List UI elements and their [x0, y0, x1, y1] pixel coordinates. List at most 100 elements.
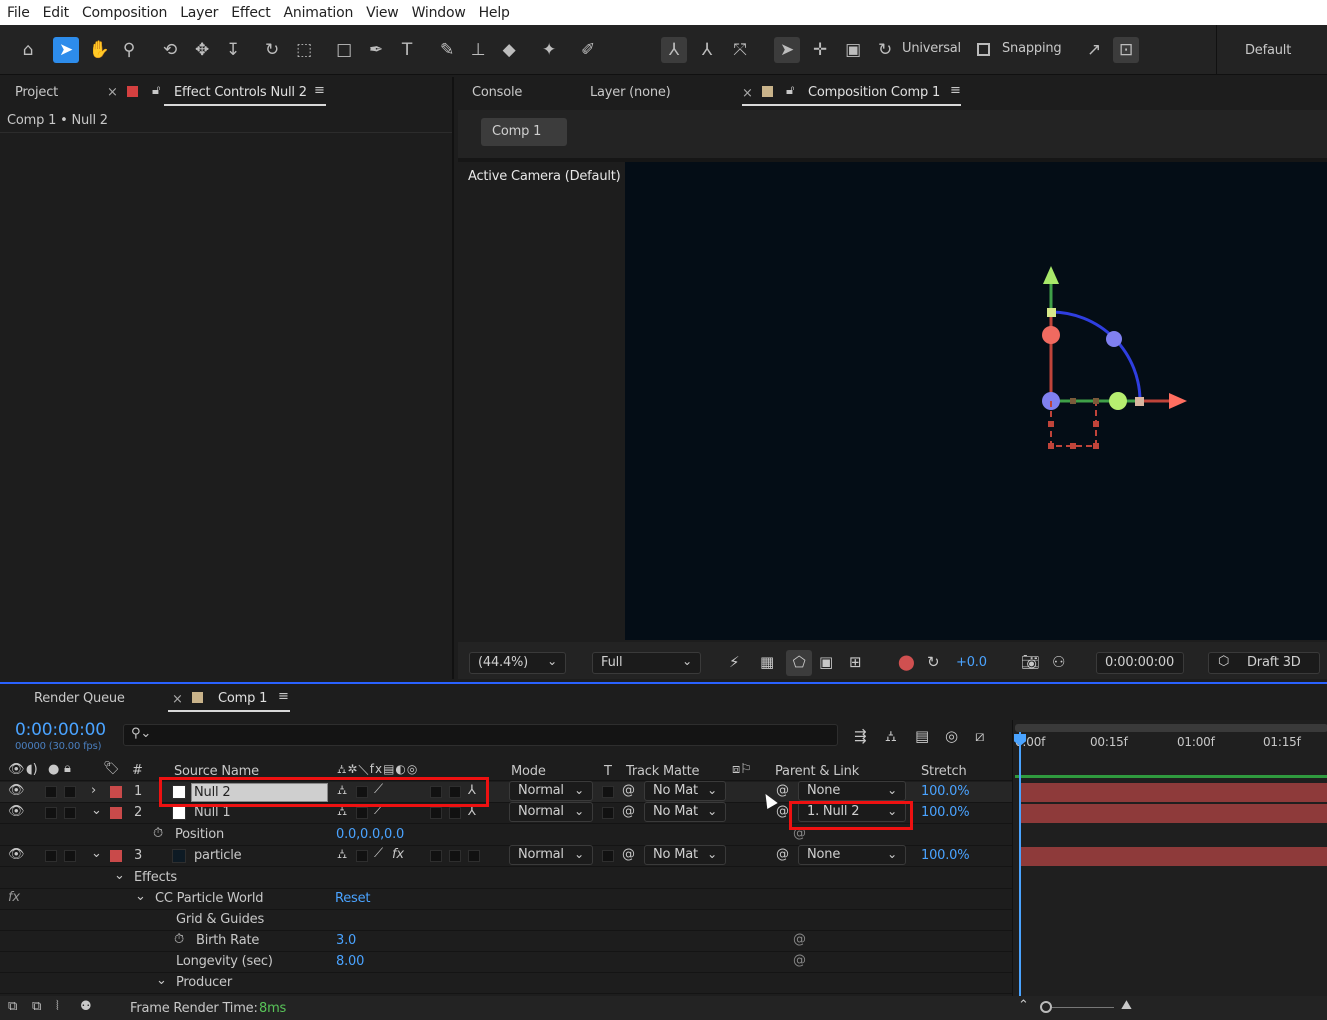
chevron-down-icon[interactable]: ⌄: [114, 868, 125, 883]
layer-row-3[interactable]: 👁︎ ⌄ 3 particle ⛼ ⟋ fx Normal ⌄ @ No Mat ⌄…: [0, 845, 1012, 867]
orbit-tool-icon[interactable]: ⟲: [157, 37, 183, 63]
switch-box[interactable]: [449, 850, 461, 862]
track-matte-pickwhip-icon[interactable]: @: [622, 804, 635, 819]
track-matte-dropdown[interactable]: No Mat ⌄: [644, 781, 726, 801]
eraser-tool-icon[interactable]: ◆: [496, 37, 522, 63]
tab-project[interactable]: Project: [15, 85, 58, 100]
menu-animation[interactable]: Animation: [284, 5, 354, 21]
gizmo-scale-icon[interactable]: ▣: [840, 37, 866, 63]
puppet-tool-icon[interactable]: ✐: [575, 37, 601, 63]
layer-name[interactable]: Null 1: [194, 805, 231, 820]
zoom-in-icon[interactable]: ⛰︎: [1121, 998, 1132, 1013]
longevity-row[interactable]: Longevity (sec) 8.00 @: [0, 952, 1012, 973]
snapping-checkbox[interactable]: [977, 43, 990, 56]
visibility-eye-icon[interactable]: 👁︎: [8, 804, 25, 819]
layer-name[interactable]: particle: [194, 848, 242, 863]
menu-window[interactable]: Window: [412, 5, 466, 21]
effect-row[interactable]: fx ⌄ CC Particle World Reset: [0, 889, 1012, 910]
renderer-button[interactable]: ⬡ Draft 3D: [1208, 652, 1320, 674]
type-tool-icon[interactable]: T: [394, 37, 420, 63]
tab-comp[interactable]: Comp 1: [218, 691, 267, 706]
grid-guides-row[interactable]: Grid & Guides: [0, 910, 1012, 931]
parent-pickwhip-icon[interactable]: @: [776, 783, 789, 798]
layer-switches-icon[interactable]: ⧉: [8, 999, 17, 1014]
stopwatch-icon[interactable]: ⏱︎: [153, 826, 163, 841]
transfer-controls-icon[interactable]: ⧉: [32, 999, 41, 1014]
switch-box[interactable]: [468, 850, 480, 862]
visibility-eye-icon[interactable]: 👁︎: [8, 847, 25, 862]
stopwatch-icon[interactable]: ⏱︎: [174, 932, 184, 947]
effects-group-row[interactable]: ⌄ Effects: [0, 868, 1012, 889]
track-matte-pickwhip-icon[interactable]: @: [622, 847, 635, 862]
solo-toggle[interactable]: [45, 850, 57, 862]
preserve-transparency-toggle[interactable]: [602, 786, 614, 798]
exposure-value[interactable]: +0.0: [956, 655, 987, 670]
menu-edit[interactable]: Edit: [43, 5, 70, 21]
chevron-right-icon[interactable]: ›: [91, 783, 96, 798]
reset-link[interactable]: Reset: [335, 891, 371, 906]
birth-rate-value[interactable]: 3.0: [336, 933, 356, 948]
menu-help[interactable]: Help: [479, 5, 510, 21]
mode-dropdown[interactable]: Normal ⌄: [509, 802, 593, 822]
producer-row[interactable]: ⌄ Producer: [0, 973, 1012, 994]
roto-tool-icon[interactable]: ✦: [536, 37, 562, 63]
fast-previews-icon[interactable]: ⚡︎: [729, 653, 740, 671]
chevron-down-icon[interactable]: ⌄: [156, 973, 167, 988]
local-axis-icon[interactable]: ⅄: [661, 37, 687, 63]
panel-menu-icon[interactable]: ≡: [278, 689, 289, 704]
frame-blending-icon[interactable]: ▤: [915, 727, 929, 745]
layer-label-color[interactable]: [110, 850, 122, 862]
show-snapshot-icon[interactable]: ⚇: [1052, 653, 1065, 671]
comp-flowchart-button[interactable]: Comp 1: [481, 118, 567, 146]
mode-dropdown[interactable]: Normal ⌄: [509, 781, 593, 801]
chevron-down-icon[interactable]: ⌄: [135, 889, 146, 904]
switch-box[interactable]: [449, 807, 461, 819]
render-time-icon[interactable]: ⚉: [80, 999, 92, 1014]
preserve-transparency-toggle[interactable]: [602, 850, 614, 862]
layer-duration-bar-3[interactable]: [1020, 847, 1327, 866]
layer-label-color[interactable]: [110, 807, 122, 819]
layer-duration-bar-1[interactable]: [1020, 783, 1327, 802]
zoom-slider-track[interactable]: [1052, 1007, 1114, 1008]
switch-box[interactable]: [430, 850, 442, 862]
tab-render-queue[interactable]: Render Queue: [34, 691, 125, 706]
chevron-down-icon[interactable]: ⌄: [91, 846, 102, 861]
zoom-dropdown[interactable]: (44.4%) ⌄: [469, 652, 566, 674]
zoom-tool-icon[interactable]: ⚲: [116, 37, 142, 63]
anchor-tool-icon[interactable]: ⬚: [291, 37, 317, 63]
switch-box[interactable]: [356, 807, 368, 819]
composition-canvas[interactable]: [625, 162, 1327, 640]
expression-pickwhip-icon[interactable]: @: [793, 953, 806, 968]
timecode-display[interactable]: 0:00:00:00: [1096, 652, 1184, 674]
in-out-panes-icon[interactable]: ⦚: [56, 999, 59, 1014]
birth-rate-row[interactable]: ⏱︎ Birth Rate 3.0 @: [0, 931, 1012, 952]
motion-blur-icon[interactable]: ◎: [945, 727, 958, 745]
stretch-value[interactable]: 100.0%: [921, 784, 970, 799]
guides-icon[interactable]: ⊞: [849, 653, 862, 671]
effect-switch-icon[interactable]: fx: [392, 847, 404, 862]
gizmo-rotate-icon[interactable]: ↻: [872, 37, 898, 63]
world-axis-icon[interactable]: ⅄: [694, 37, 720, 63]
rotate-tool-icon[interactable]: ↻: [259, 37, 285, 63]
fx-icon[interactable]: fx: [8, 890, 20, 905]
composition-mini-flowchart-icon[interactable]: ⇶: [854, 727, 867, 745]
current-time[interactable]: 0:00:00:00: [15, 720, 106, 740]
work-area-bar[interactable]: [1015, 724, 1327, 732]
snapshot-icon[interactable]: 📷︎: [1021, 653, 1040, 671]
close-icon[interactable]: ×: [107, 85, 118, 100]
menu-effect[interactable]: Effect: [231, 5, 271, 21]
panel-menu-icon[interactable]: ≡: [314, 83, 325, 98]
workspace-label[interactable]: Default: [1245, 43, 1291, 58]
parent-dropdown[interactable]: None ⌄: [798, 781, 906, 801]
track-matte-pickwhip-icon[interactable]: @: [622, 783, 635, 798]
stretch-value[interactable]: 100.0%: [921, 805, 970, 820]
menu-view[interactable]: View: [366, 5, 399, 21]
switch-box[interactable]: [356, 850, 368, 862]
quality-switch-icon[interactable]: ⟋: [374, 846, 383, 861]
position-value[interactable]: 0.0,0.0,0.0: [336, 827, 404, 842]
lock-icon[interactable]: 🔓︎: [786, 83, 794, 98]
pan-tool-icon[interactable]: ✥: [189, 37, 215, 63]
track-matte-dropdown[interactable]: No Mat ⌄: [644, 845, 726, 865]
selection-tool-icon[interactable]: ➤: [53, 37, 79, 63]
solo-toggle[interactable]: [45, 807, 57, 819]
